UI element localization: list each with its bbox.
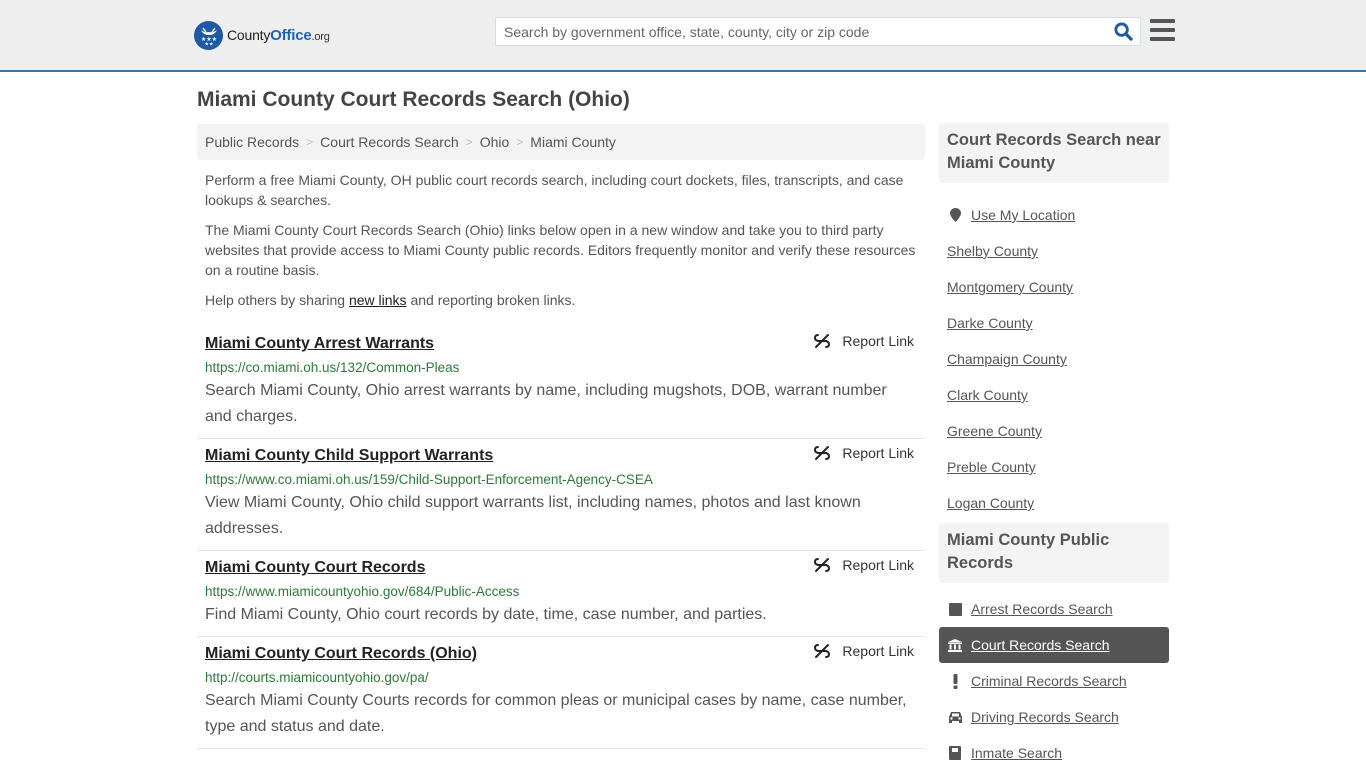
exclamation-icon	[947, 673, 963, 689]
courthouse-icon	[947, 638, 963, 652]
result-title-link[interactable]: Miami County Court Records	[205, 558, 425, 578]
sidebar: Court Records Search near Miami County U…	[939, 123, 1169, 771]
nearby-list: Use My Location Shelby County Montgomery…	[939, 183, 1169, 521]
result-item: Miami County Court Records Report Link h…	[197, 551, 925, 637]
records-item-court: Court Records Search	[939, 627, 1169, 663]
breadcrumb-separator: >	[516, 135, 524, 149]
public-records-heading: Miami County Public Records	[939, 523, 1169, 583]
nearby-county-item: Shelby County	[939, 233, 1169, 269]
search-icon	[1113, 22, 1133, 41]
results-list: Miami County Arrest Warrants Report Link…	[197, 327, 925, 749]
criminal-records-link[interactable]: Criminal Records Search	[971, 673, 1127, 689]
report-link-button[interactable]: Report Link	[814, 557, 914, 573]
nearby-county-item: Champaign County	[939, 341, 1169, 377]
intro-paragraph-3: Help others by sharing new links and rep…	[205, 292, 576, 308]
svg-text:★★: ★★	[204, 42, 213, 47]
use-my-location-link[interactable]: Use My Location	[971, 207, 1075, 223]
use-my-location-item: Use My Location	[939, 197, 1169, 233]
breadcrumb-separator: >	[306, 135, 314, 149]
breadcrumb: Public Records > Court Records Search > …	[197, 124, 925, 160]
page-title: Miami County Court Records Search (Ohio)	[197, 88, 630, 111]
car-icon	[947, 711, 963, 723]
new-links-link[interactable]: new links	[349, 292, 407, 308]
report-link-button[interactable]: Report Link	[814, 643, 914, 659]
result-title-link[interactable]: Miami County Court Records (Ohio)	[205, 644, 477, 664]
square-icon	[947, 602, 963, 616]
search-input[interactable]	[496, 18, 1106, 45]
broken-link-icon	[814, 334, 831, 348]
eagle-logo-icon: ★★★ ★★	[194, 20, 223, 50]
county-link-champaign[interactable]: Champaign County	[947, 351, 1067, 367]
nearby-county-item: Greene County	[939, 413, 1169, 449]
nearby-county-item: Logan County	[939, 485, 1169, 521]
result-url: http://courts.miamicountyohio.gov/pa/	[205, 670, 429, 685]
result-url: https://www.co.miami.oh.us/159/Child-Sup…	[205, 472, 653, 487]
nearby-heading: Court Records Search near Miami County	[939, 123, 1169, 183]
result-description: View Miami County, Ohio child support wa…	[205, 494, 861, 537]
intro-paragraph-2: The Miami County Court Records Search (O…	[205, 222, 916, 278]
result-description: Search Miami County, Ohio arrest warrant…	[205, 382, 887, 425]
intro-paragraph-1: Perform a free Miami County, OH public c…	[205, 172, 904, 208]
result-title-link[interactable]: Miami County Arrest Warrants	[205, 334, 434, 354]
result-description: Search Miami County Courts records for c…	[205, 692, 907, 735]
breadcrumb-miami-county[interactable]: Miami County	[530, 134, 616, 150]
search-bar	[495, 17, 1141, 46]
intro-text: Perform a free Miami County, OH public c…	[205, 170, 920, 320]
driving-records-link[interactable]: Driving Records Search	[971, 709, 1119, 725]
site-logo[interactable]: ★★★ ★★ CountyOffice.org	[194, 20, 330, 50]
report-link-button[interactable]: Report Link	[814, 333, 914, 349]
nearby-county-item: Darke County	[939, 305, 1169, 341]
records-item-arrest: Arrest Records Search	[939, 591, 1169, 627]
broken-link-icon	[814, 446, 831, 460]
court-records-link[interactable]: Court Records Search	[971, 637, 1110, 653]
result-url: https://co.miami.oh.us/132/Common-Pleas	[205, 360, 460, 375]
broken-link-icon	[814, 558, 831, 572]
breadcrumb-ohio[interactable]: Ohio	[480, 134, 510, 150]
breadcrumb-court-records-search[interactable]: Court Records Search	[320, 134, 459, 150]
inmate-search-link[interactable]: Inmate Search	[971, 745, 1062, 761]
arrest-records-link[interactable]: Arrest Records Search	[971, 601, 1113, 617]
result-item: Miami County Arrest Warrants Report Link…	[197, 327, 925, 439]
inmate-icon	[947, 746, 963, 760]
records-item-inmate: Inmate Search	[939, 735, 1169, 771]
result-description: Find Miami County, Ohio court records by…	[205, 606, 767, 623]
site-header: ★★★ ★★ CountyOffice.org	[0, 0, 1366, 72]
result-item: Miami County Court Records (Ohio) Report…	[197, 637, 925, 749]
county-link-logan[interactable]: Logan County	[947, 495, 1034, 511]
county-link-shelby[interactable]: Shelby County	[947, 243, 1038, 259]
county-link-preble[interactable]: Preble County	[947, 459, 1036, 475]
records-item-criminal: Criminal Records Search	[939, 663, 1169, 699]
breadcrumb-separator: >	[465, 135, 473, 149]
county-link-clark[interactable]: Clark County	[947, 387, 1028, 403]
hamburger-menu-icon[interactable]	[1150, 19, 1175, 41]
map-marker-icon	[947, 208, 963, 222]
county-link-montgomery[interactable]: Montgomery County	[947, 279, 1073, 295]
nearby-county-item: Montgomery County	[939, 269, 1169, 305]
search-button[interactable]	[1106, 18, 1140, 45]
broken-link-icon	[814, 644, 831, 658]
nearby-county-item: Clark County	[939, 377, 1169, 413]
logo-wordmark: CountyOffice.org	[227, 26, 330, 44]
nearby-county-item: Preble County	[939, 449, 1169, 485]
breadcrumb-public-records[interactable]: Public Records	[205, 134, 299, 150]
result-url: https://www.miamicountyohio.gov/684/Publ…	[205, 584, 520, 599]
result-item: Miami County Child Support Warrants Repo…	[197, 439, 925, 551]
public-records-list: Arrest Records Search Court Records Sear…	[939, 583, 1169, 771]
report-link-button[interactable]: Report Link	[814, 445, 914, 461]
county-link-darke[interactable]: Darke County	[947, 315, 1033, 331]
result-title-link[interactable]: Miami County Child Support Warrants	[205, 446, 493, 466]
records-item-driving: Driving Records Search	[939, 699, 1169, 735]
county-link-greene[interactable]: Greene County	[947, 423, 1042, 439]
